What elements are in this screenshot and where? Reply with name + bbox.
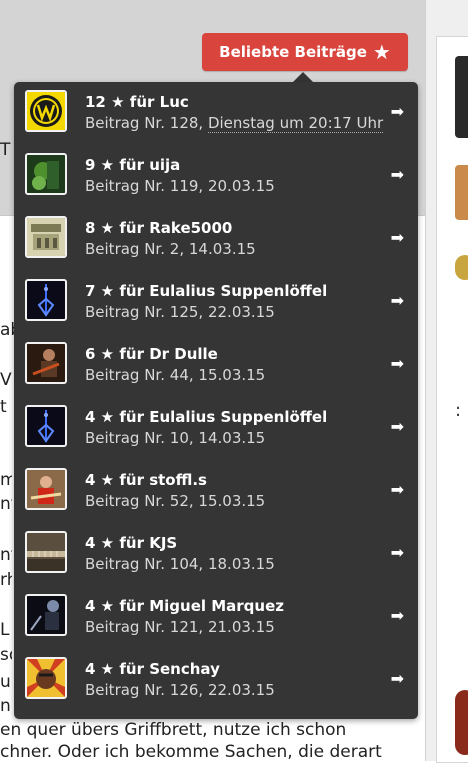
item-title: 4 ★ für Eulalius Suppenlöffel	[85, 408, 328, 426]
popular-post-item[interactable]: 4 ★ für Miguel Marquez Beitrag Nr. 121, …	[14, 586, 418, 649]
item-meta: Beitrag Nr. 2, 14.03.15	[85, 240, 256, 258]
star-icon: ★	[100, 219, 115, 237]
sidebar-thumbnail[interactable]	[455, 255, 468, 280]
popular-post-item[interactable]: 4 ★ für Senchay Beitrag Nr. 126, 22.03.1…	[14, 649, 418, 712]
star-icon: ★	[100, 282, 115, 300]
popular-post-item[interactable]: 4 ★ für Eulalius Suppenlöffel Beitrag Nr…	[14, 397, 418, 460]
post-text-line: en quer übers Griffbrett, nutze ich scho…	[0, 720, 347, 740]
user-avatar	[25, 342, 67, 384]
item-title: 4 ★ für Miguel Marquez	[85, 597, 284, 615]
post-text-fragment: rh	[0, 570, 12, 590]
item-meta: Beitrag Nr. 121, 21.03.15	[85, 618, 275, 636]
item-title: 4 ★ für Senchay	[85, 660, 220, 678]
arrow-right-icon[interactable]: ➡	[391, 104, 404, 120]
post-text-fragment: nte	[0, 545, 12, 565]
item-meta: Beitrag Nr. 128, Dienstag um 20:17 Uhr	[85, 114, 384, 133]
sidebar-thumbnail[interactable]	[455, 690, 468, 755]
item-title: 12 ★ für Luc	[85, 93, 189, 111]
star-icon: ★	[100, 597, 115, 615]
arrow-right-icon[interactable]: ➡	[391, 293, 404, 309]
item-meta: Beitrag Nr. 119, 20.03.15	[85, 177, 275, 195]
popular-post-item[interactable]: 12 ★ für Luc Beitrag Nr. 128, Dienstag u…	[14, 82, 418, 145]
user-avatar	[25, 405, 67, 447]
item-title: 4 ★ für KJS	[85, 534, 178, 552]
sidebar-thumbnail[interactable]	[455, 165, 468, 220]
star-icon: ★	[100, 471, 115, 489]
popular-post-item[interactable]: 7 ★ für Eulalius Suppenlöffel Beitrag Nr…	[14, 271, 418, 334]
item-title: 8 ★ für Rake5000	[85, 219, 233, 237]
post-text-line: chner. Oder ich bekomme Sachen, die dera…	[0, 742, 382, 762]
star-icon: ★	[100, 534, 115, 552]
item-meta: Beitrag Nr. 126, 22.03.15	[85, 681, 275, 699]
post-text-fragment: T	[0, 140, 11, 160]
popular-posts-button[interactable]: Beliebte Beiträge ★	[202, 33, 408, 71]
arrow-right-icon[interactable]: ➡	[391, 419, 404, 435]
user-avatar	[25, 90, 67, 132]
popular-post-item[interactable]: 4 ★ für stoffl.s Beitrag Nr. 52, 15.03.1…	[14, 460, 418, 523]
popular-post-item[interactable]: 9 ★ für uija Beitrag Nr. 119, 20.03.15 ➡	[14, 145, 418, 208]
user-avatar	[25, 153, 67, 195]
arrow-right-icon[interactable]: ➡	[391, 608, 404, 624]
post-text-fragment: L	[0, 620, 10, 640]
item-title: 7 ★ für Eulalius Suppenlöffel	[85, 282, 328, 300]
arrow-right-icon[interactable]: ➡	[391, 671, 404, 687]
popular-posts-dropdown: 12 ★ für Luc Beitrag Nr. 128, Dienstag u…	[14, 82, 418, 719]
item-title: 6 ★ für Dr Dulle	[85, 345, 218, 363]
item-title: 9 ★ für uija	[85, 156, 181, 174]
arrow-right-icon[interactable]: ➡	[391, 230, 404, 246]
star-icon: ★	[100, 345, 115, 363]
user-avatar	[25, 657, 67, 699]
item-meta: Beitrag Nr. 10, 14.03.15	[85, 429, 266, 447]
post-text-fragment: so	[0, 645, 12, 665]
star-icon: ★	[372, 40, 391, 64]
popular-post-item[interactable]: 8 ★ für Rake5000 Beitrag Nr. 2, 14.03.15…	[14, 208, 418, 271]
item-meta: Beitrag Nr. 125, 22.03.15	[85, 303, 275, 321]
sidebar-thumbnail[interactable]	[455, 56, 468, 138]
item-title: 4 ★ für stoffl.s	[85, 471, 207, 489]
user-avatar	[25, 468, 67, 510]
post-text-fragment: n	[0, 696, 11, 716]
user-avatar	[25, 279, 67, 321]
item-meta: Beitrag Nr. 52, 15.03.15	[85, 492, 266, 510]
popup-pointer	[293, 72, 313, 82]
post-text-fragment: ab	[0, 320, 14, 340]
post-text-fragment: t	[0, 397, 7, 417]
star-icon: ★	[100, 156, 115, 174]
star-icon: ★	[100, 408, 115, 426]
popular-post-item[interactable]: 4 ★ für KJS Beitrag Nr. 104, 18.03.15 ➡	[14, 523, 418, 586]
arrow-right-icon[interactable]: ➡	[391, 356, 404, 372]
post-text-fragment: V	[0, 370, 12, 390]
arrow-right-icon[interactable]: ➡	[391, 545, 404, 561]
sidebar-thumbnail[interactable]: :	[455, 400, 468, 428]
user-avatar	[25, 594, 67, 636]
post-text-fragment: nt	[0, 494, 12, 514]
post-text-fragment: ur	[0, 672, 12, 692]
item-meta: Beitrag Nr. 44, 15.03.15	[85, 366, 266, 384]
popular-posts-button-label: Beliebte Beiträge	[219, 43, 367, 61]
arrow-right-icon[interactable]: ➡	[391, 167, 404, 183]
star-icon: ★	[111, 93, 125, 111]
popular-post-item[interactable]: 6 ★ für Dr Dulle Beitrag Nr. 44, 15.03.1…	[14, 334, 418, 397]
user-avatar	[25, 216, 67, 258]
user-avatar	[25, 531, 67, 573]
star-icon: ★	[100, 660, 115, 678]
post-text-fragment: m	[0, 470, 12, 490]
item-meta: Beitrag Nr. 104, 18.03.15	[85, 555, 275, 573]
arrow-right-icon[interactable]: ➡	[391, 482, 404, 498]
